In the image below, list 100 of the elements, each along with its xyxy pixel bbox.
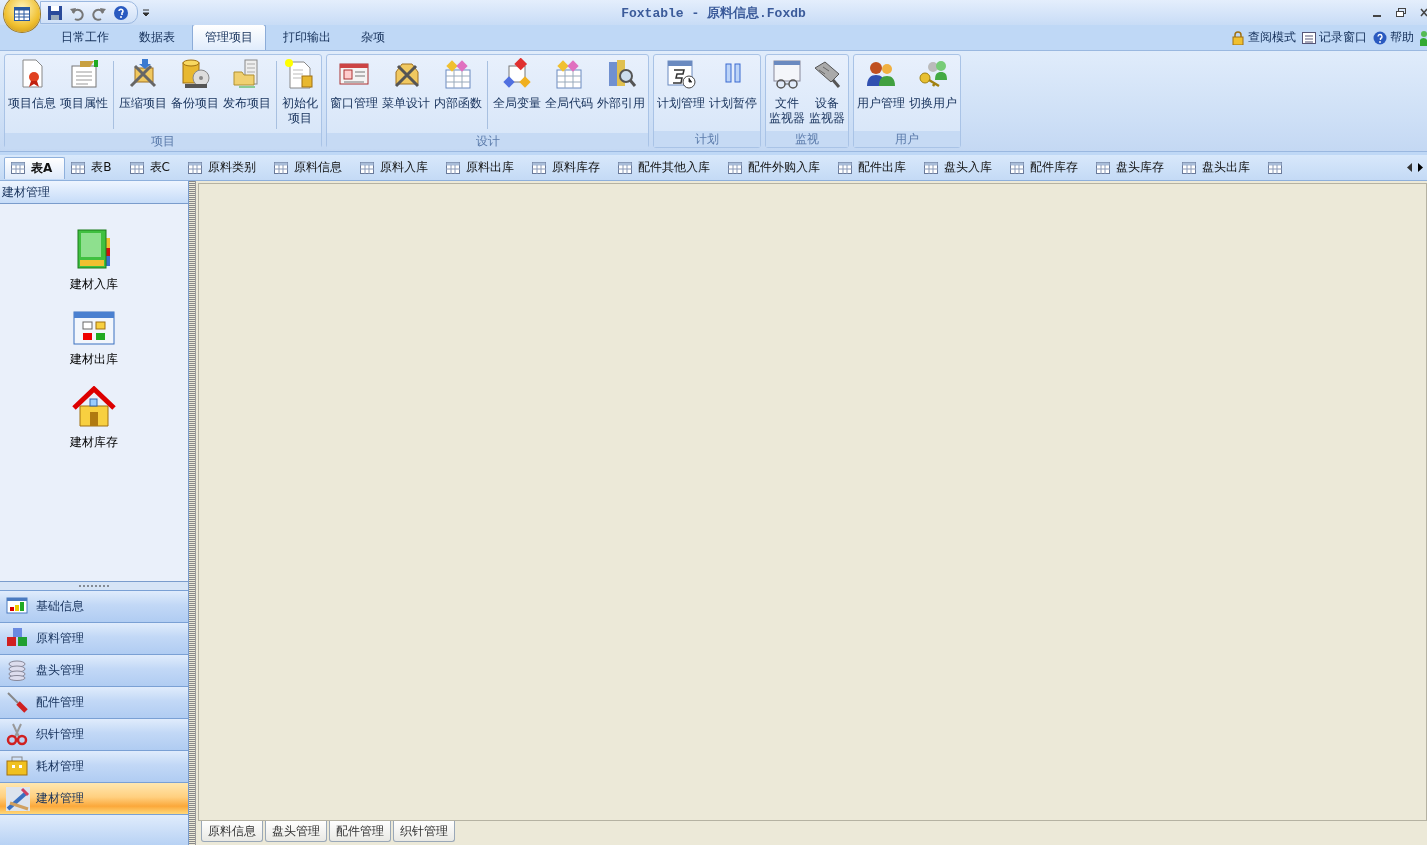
table-grid-icon[interactable]: [1181, 161, 1196, 174]
table-tab[interactable]: 盘头入库: [917, 157, 1004, 178]
ribbon-tab[interactable]: 日常工作: [48, 24, 122, 50]
ribbon-tab[interactable]: 杂项: [348, 24, 398, 50]
application-button[interactable]: [4, 0, 40, 32]
table-grid-icon[interactable]: [129, 161, 144, 174]
help-icon: [1373, 30, 1387, 45]
table-tab[interactable]: 配件库存: [1003, 157, 1090, 178]
toolbar-link[interactable]: 记录窗口: [1319, 29, 1367, 46]
calendar-clock-icon: [665, 58, 697, 90]
ribbon-button[interactable]: 备份项目: [169, 57, 221, 112]
group-title: 设计: [327, 133, 648, 149]
navigation-button[interactable]: 原料管理: [0, 622, 188, 654]
table-tab[interactable]: 原料库存: [525, 157, 612, 178]
table-tab[interactable]: 配件其他入库: [611, 157, 722, 178]
ribbon-tab[interactable]: 数据表: [126, 24, 188, 50]
scroll-right-icon[interactable]: [1418, 163, 1423, 172]
dropdown-caret-icon[interactable]: [142, 8, 150, 17]
splitter-bar[interactable]: [189, 181, 196, 845]
restore-icon[interactable]: [1396, 8, 1406, 17]
window-tab[interactable]: 配件管理: [329, 821, 391, 842]
table-grid-icon[interactable]: [531, 161, 546, 174]
book-icon[interactable]: [76, 228, 112, 270]
navigation-button[interactable]: 配件管理: [0, 686, 188, 718]
padlock-icon: [1231, 30, 1245, 45]
table-tab[interactable]: 配件外购入库: [721, 157, 832, 178]
table-grid-icon[interactable]: [1009, 161, 1024, 174]
screwdriver-icon: [6, 690, 30, 715]
table-grid-icon[interactable]: [1267, 161, 1282, 174]
ribbon-button[interactable]: 用户管理: [855, 57, 907, 112]
table-tab[interactable]: 盘头出库: [1175, 157, 1262, 178]
ribbon-button[interactable]: 内部函数: [432, 57, 484, 112]
ribbon-button[interactable]: 全局代码: [543, 57, 595, 112]
database-disc-icon: [179, 58, 211, 90]
table-tab[interactable]: 表B: [65, 157, 124, 178]
scroll-left-icon[interactable]: [1407, 163, 1412, 172]
house-icon[interactable]: [72, 386, 116, 428]
table-grid-icon[interactable]: [727, 161, 742, 174]
table-grid-icon[interactable]: [359, 161, 374, 174]
shortcut-label[interactable]: 建材库存: [70, 434, 118, 451]
ribbon-button[interactable]: 发布项目: [221, 57, 273, 112]
ribbon-button[interactable]: 外部引用: [595, 57, 647, 112]
table-grid-icon[interactable]: [11, 162, 25, 174]
ribbon-button[interactable]: 计划暂停: [707, 57, 759, 112]
table-grid-icon[interactable]: [187, 161, 202, 174]
table-tab[interactable]: 原料入库: [353, 157, 440, 178]
document-list-icon: [68, 58, 100, 90]
help-icon[interactable]: [113, 4, 129, 21]
table-grid-icon[interactable]: [837, 161, 852, 174]
ribbon-button[interactable]: 窗口管理: [328, 57, 380, 112]
window-squares-icon[interactable]: [73, 311, 115, 345]
navigation-button[interactable]: 盘头管理: [0, 654, 188, 686]
navigation-button[interactable]: 基础信息: [0, 590, 188, 622]
table-tab[interactable]: 原料信息: [267, 157, 354, 178]
navigation-button[interactable]: 织针管理: [0, 718, 188, 750]
ribbon-button[interactable]: 菜单设计: [380, 57, 432, 112]
ribbon-button[interactable]: 文件 监视器: [767, 57, 807, 127]
diamond-shapes-icon: [501, 58, 533, 90]
ribbon-button[interactable]: 初始化 项目: [280, 57, 320, 127]
table-grid-icon[interactable]: [445, 161, 460, 174]
table-tab[interactable]: 表C: [123, 157, 182, 178]
ribbon-tab[interactable]: 管理项目: [192, 24, 266, 50]
ribbon-button[interactable]: 切换用户: [907, 57, 959, 112]
shortcut-label[interactable]: 建材入库: [70, 276, 118, 293]
table-tab[interactable]: 原料出库: [439, 157, 526, 178]
toolbar-link[interactable]: 查阅模式: [1248, 29, 1296, 46]
window-tab[interactable]: 原料信息: [201, 821, 263, 842]
ribbon-button[interactable]: 项目信息: [6, 57, 58, 112]
table-grid-icon[interactable]: [71, 161, 86, 174]
table-grid-icon[interactable]: [1095, 161, 1110, 174]
table-grid-icon[interactable]: [923, 161, 938, 174]
shortcut-label[interactable]: 建材出库: [70, 351, 118, 368]
table-grid-icon[interactable]: [273, 161, 288, 174]
window-tab[interactable]: 织针管理: [393, 821, 455, 842]
ribbon-button[interactable]: 项目属性: [58, 57, 110, 112]
glasses-window-icon: [771, 58, 803, 90]
save-icon[interactable]: [47, 4, 63, 21]
panel-header: 建材管理: [0, 181, 188, 204]
ribbon-button[interactable]: 全局变量: [491, 57, 543, 112]
toolbox-icon: [6, 754, 30, 779]
ribbon-button[interactable]: 计划管理: [655, 57, 707, 112]
table-tab[interactable]: 盘头库存: [1089, 157, 1176, 178]
table-tab[interactable]: 配件出库: [831, 157, 918, 178]
table-grid-icon[interactable]: [617, 161, 632, 174]
ribbon-button[interactable]: 压缩项目: [117, 57, 169, 112]
list-window-icon: [1302, 30, 1316, 45]
ribbon-tab[interactable]: 打印输出: [270, 24, 344, 50]
navigation-button[interactable]: 建材管理: [0, 782, 188, 814]
group-title: 监视: [766, 131, 848, 147]
tools-icon: [127, 58, 159, 90]
group-title: 项目: [5, 133, 321, 149]
table-tab[interactable]: 原料类别: [181, 157, 268, 178]
pencil-ruler-icon: [6, 786, 30, 811]
table-tab[interactable]: 表A: [4, 156, 66, 179]
navigation-button[interactable]: 耗材管理: [0, 750, 188, 782]
window-title: Foxtable - 原料信息.Foxdb: [621, 6, 806, 21]
window-tab[interactable]: 盘头管理: [265, 821, 327, 842]
ribbon-button[interactable]: 设备 监视器: [807, 57, 847, 127]
close-icon[interactable]: [1420, 8, 1427, 17]
toolbar-link[interactable]: 帮助: [1390, 29, 1414, 46]
